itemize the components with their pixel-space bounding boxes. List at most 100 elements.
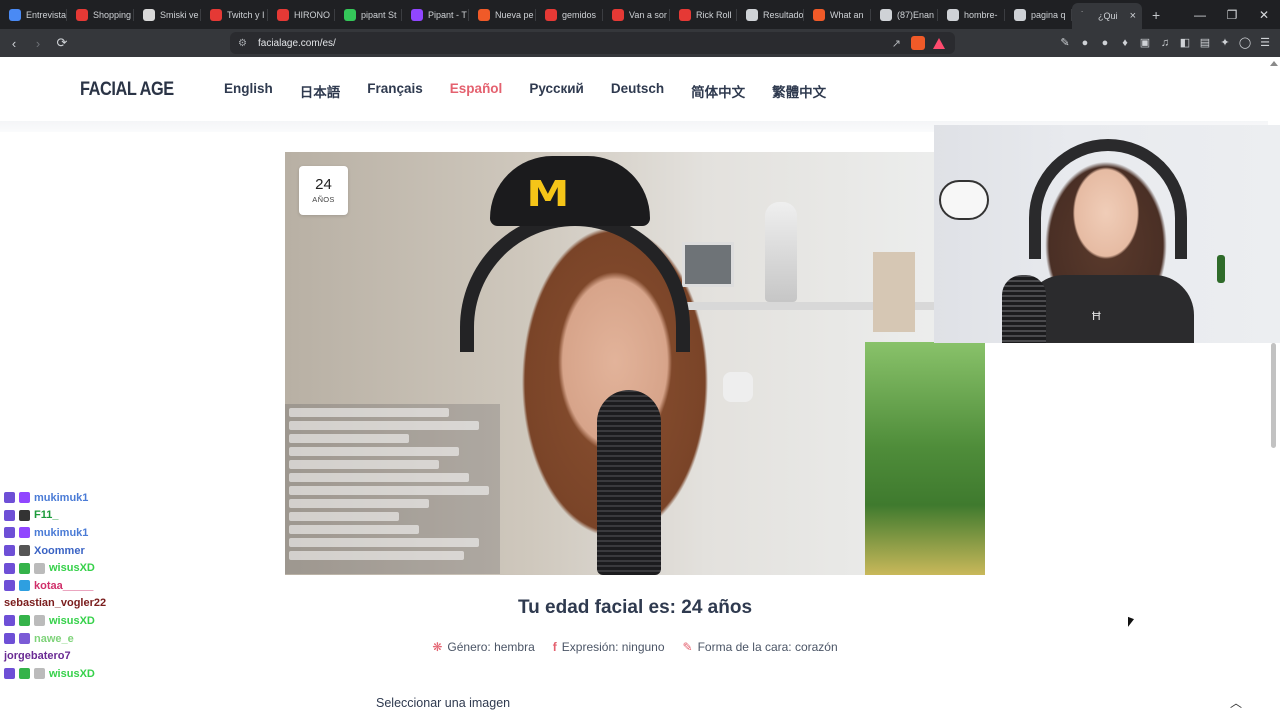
browser-tab[interactable]: (87)Enan	[871, 4, 938, 26]
browser-tab[interactable]: Entrevista	[0, 4, 67, 26]
tab-title: (87)Enan	[897, 9, 935, 20]
tab-favicon-icon	[143, 8, 155, 21]
browser-tab[interactable]: gemidos	[536, 4, 603, 26]
puzzle-icon[interactable]: ♦	[1118, 36, 1132, 50]
tab-favicon-icon	[813, 8, 825, 21]
chat-message: Xoommer	[0, 542, 290, 560]
screenshot-icon[interactable]: ▣	[1138, 36, 1152, 50]
language-link[interactable]: 繁體中文	[772, 81, 826, 101]
back-to-top-button[interactable]: ︿	[1227, 694, 1245, 712]
tab-favicon-icon	[1014, 8, 1026, 21]
tab-favicon-icon	[9, 8, 21, 21]
tab-strip: Entrevista Shopping Smiski ve Twitch y I HIR…	[0, 0, 1280, 29]
music-icon[interactable]: ♫	[1158, 36, 1172, 50]
scrollbar-thumb[interactable]	[1271, 343, 1276, 448]
language-link[interactable]: English	[224, 81, 273, 101]
chat-username: wisusXD	[49, 667, 95, 680]
leo-icon[interactable]: ✦	[1218, 36, 1232, 50]
browser-tab[interactable]: pagina q	[1005, 4, 1072, 26]
tab-favicon-icon	[277, 8, 289, 21]
browser-tab[interactable]: Pipant - T	[402, 4, 469, 26]
gender-meta: ❋ Género: hembra	[432, 640, 534, 654]
tab-title: hombre-	[964, 9, 998, 20]
chat-badge-icon	[19, 615, 30, 627]
chat-badge-icon	[19, 633, 30, 645]
tab-title: Rick Roll	[696, 9, 732, 20]
minimize-button[interactable]: —	[1184, 8, 1216, 22]
plush-toy	[939, 180, 989, 220]
wallet-icon[interactable]: ▤	[1198, 36, 1212, 50]
language-link[interactable]: Deutsch	[611, 81, 664, 101]
address-bar[interactable]: ⚙ facialage.com/es/ ↗	[230, 32, 955, 54]
vpn-icon[interactable]: ◯	[1238, 36, 1252, 50]
browser-tab[interactable]: Van a sor	[603, 4, 670, 26]
browser-tab[interactable]: Shopping	[67, 4, 134, 26]
browser-tab[interactable]: pipant St	[335, 4, 402, 26]
shirt	[1024, 275, 1194, 343]
maximize-button[interactable]: ❐	[1216, 8, 1248, 22]
figurine	[765, 202, 797, 302]
pen-icon[interactable]: ✎	[1058, 36, 1072, 50]
browser-tab[interactable]: hombre-	[938, 4, 1005, 26]
face-shape-text: Forma de la cara: corazón	[697, 640, 838, 654]
age-value: 24	[315, 176, 332, 193]
tab-title: Van a sor	[629, 9, 667, 20]
extension-icon[interactable]: ●	[1098, 36, 1112, 50]
chat-username: mukimuk1	[34, 526, 89, 539]
share-icon[interactable]: ↗	[892, 37, 901, 50]
pip-game-view	[865, 342, 985, 575]
site-logo[interactable]: FACIAL AGE	[80, 79, 174, 101]
language-link[interactable]: 简体中文	[691, 81, 745, 101]
browser-tab[interactable]: Nueva pe	[469, 4, 536, 26]
browser-tab[interactable]: Smiski ve	[134, 4, 201, 26]
webcam-headset	[1029, 139, 1187, 259]
brave-shields-icon[interactable]	[911, 36, 925, 50]
language-link[interactable]: 日本語	[300, 81, 341, 101]
chat-badge-icon	[4, 527, 15, 539]
tab-active[interactable]: ˙ ¿Qui ×	[1072, 3, 1142, 29]
tab-favicon-icon	[344, 8, 356, 21]
url-text[interactable]: facialage.com/es/	[258, 38, 336, 49]
analyzed-photo: M	[285, 152, 985, 575]
extension-icon[interactable]: ●	[1078, 36, 1092, 50]
chat-message: kotaa_____	[0, 577, 290, 595]
browser-tab[interactable]: Twitch y I	[201, 4, 268, 26]
chat-badge-icon	[4, 615, 15, 627]
age-badge: 24 AÑOS	[299, 166, 348, 215]
chat-badge-icon	[34, 668, 45, 680]
language-link[interactable]: Français	[367, 81, 423, 101]
browser-tab[interactable]: HIRONO	[268, 4, 335, 26]
site-header: FACIAL AGE English 日本語 Français Español Русс…	[0, 57, 1268, 121]
shirt-logo: Ħ	[1092, 309, 1101, 323]
age-unit: AÑOS	[312, 195, 335, 204]
close-tab-icon[interactable]: ×	[1130, 10, 1136, 22]
tab-favicon-icon	[478, 8, 490, 21]
reload-icon[interactable]: ⟳	[52, 35, 72, 51]
chat-username: wisusXD	[49, 562, 95, 575]
picture-frame	[682, 242, 734, 287]
menu-icon[interactable]: ☰	[1258, 36, 1272, 50]
scroll-up-icon[interactable]	[1270, 61, 1278, 66]
site-info-icon[interactable]: ⚙	[238, 38, 254, 49]
tabs-container: Entrevista Shopping Smiski ve Twitch y I HIR…	[0, 0, 1072, 29]
browser-tab[interactable]: Rick Roll	[670, 4, 737, 26]
tab-title: Resultado	[763, 9, 804, 20]
brave-rewards-icon[interactable]	[933, 37, 945, 49]
result-meta: ❋ Género: hembra f Expresión: ninguno ✎ …	[285, 640, 985, 654]
tab-title: What an	[830, 9, 864, 20]
browser-tab[interactable]: What an	[804, 4, 871, 26]
select-image-label[interactable]: Seleccionar una imagen	[376, 696, 510, 710]
tab-favicon-icon	[411, 8, 423, 21]
forward-icon[interactable]: ›	[28, 36, 48, 51]
language-link[interactable]: Español	[450, 81, 503, 101]
close-window-button[interactable]: ✕	[1248, 8, 1280, 22]
chat-message: sebastian_vogler22	[0, 595, 290, 613]
browser-tab[interactable]: Resultado	[737, 4, 804, 26]
tab-favicon-icon	[947, 8, 959, 21]
new-tab-button[interactable]: +	[1152, 7, 1160, 23]
back-icon[interactable]: ‹	[4, 36, 24, 51]
sidebar-icon[interactable]: ◧	[1178, 36, 1192, 50]
expression-text: Expresión: ninguno	[561, 640, 665, 654]
language-link[interactable]: Русский	[529, 81, 584, 101]
chat-badge-icon	[4, 562, 15, 574]
